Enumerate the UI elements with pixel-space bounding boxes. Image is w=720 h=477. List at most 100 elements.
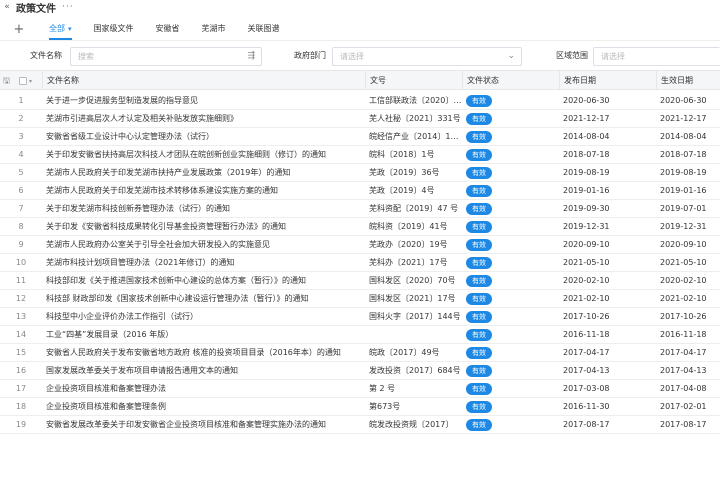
add-icon[interactable]: + — [0, 22, 38, 37]
col-header-status[interactable]: 文件状态 — [462, 71, 559, 89]
file-name-link[interactable]: 国家发展改革委关于发布项目申请报告通用文本的通知 — [42, 362, 365, 379]
col-header-doc-no[interactable]: 文号 — [365, 71, 462, 89]
status-badge: 有效 — [466, 274, 492, 287]
row-index: 3 — [18, 132, 24, 141]
file-name-link[interactable]: 科技部 财政部印发《国家技术创新中心建设运行管理办法（暂行）》的通知 — [42, 290, 365, 307]
effective-date: 2018-07-18 — [660, 150, 707, 159]
file-name-link[interactable]: 工业“四基”发展目录（2016 年版） — [42, 326, 365, 343]
file-name-link[interactable]: 芜湖市人民政府关于印发芜湖市技术转移体系建设实施方案的通知 — [42, 182, 365, 199]
doc-number: 第 2 号 — [369, 384, 396, 393]
effective-date: 2020-06-30 — [660, 96, 707, 105]
chevron-down-icon: ⌄ — [507, 51, 515, 61]
save-icon[interactable]: 🖫 — [0, 71, 16, 89]
col-header-name[interactable]: 文件名称 — [42, 71, 365, 89]
table-row[interactable]: 13 科技型中小企业评价办法工作指引（试行） 国科火字〔2017〕144号 2017-… — [0, 308, 720, 326]
chevron-down-icon: ▾ — [68, 25, 72, 33]
status-cell: 有效 — [462, 200, 559, 217]
publish-date: 2021-05-10 — [563, 258, 610, 267]
status-cell: 有效 — [462, 236, 559, 253]
region-select[interactable]: 请选择 — [593, 47, 720, 66]
col-header-effective-date[interactable]: 生效日期 — [656, 71, 720, 89]
title-bar: « 政策文件 ··· — [0, 0, 720, 15]
table-row[interactable]: 16 国家发展改革委关于发布项目申请报告通用文本的通知 发改投资〔2017〕684号… — [0, 362, 720, 380]
file-name-search-input[interactable]: 搜索 ⇶ — [70, 47, 262, 66]
file-name-link[interactable]: 安徽省人民政府关于发布安徽省地方政府 核准的投资项目目录（2016年本）的通知 — [42, 344, 365, 361]
table-row[interactable]: 18 企业投资项目核准和备案管理条例 第673号 2016-11-30 2017-02-… — [0, 398, 720, 416]
file-name-link[interactable]: 芜湖市科技计划项目管理办法（2021年修订）的通知 — [42, 254, 365, 271]
tab-national[interactable]: 国家级文件 — [83, 18, 145, 40]
row-index: 10 — [15, 258, 27, 267]
doc-number: 芜人社秘〔2021〕331号 — [369, 114, 461, 123]
table-row[interactable]: 5 芜湖市人民政府关于印发芜湖市扶持产业发展政策（2019年）的通知 芜政〔2019… — [0, 164, 720, 182]
file-name-link[interactable]: 安徽省省级工业设计中心认定管理办法（试行） — [42, 128, 365, 145]
publish-date: 2021-12-17 — [563, 114, 610, 123]
table-row[interactable]: 1 关于进一步促进服务型制造发展的指导意见工信部联政法〔2020〕101号 2020… — [0, 92, 720, 110]
table-row[interactable]: 9 芜湖市人民政府办公室关于引导全社会加大研发投入的实施意见 芜政办〔2020〕19… — [0, 236, 720, 254]
table-row[interactable]: 11 科技部印发《关于推进国家技术创新中心建设的总体方案（暂行）》的通知 国科发区〔… — [0, 272, 720, 290]
doc-number: 皖政〔2017〕49号 — [369, 348, 440, 357]
table-row[interactable]: 14 工业“四基”发展目录（2016 年版） 2016-11-18 2016-11-1… — [0, 326, 720, 344]
tab-relation-graph[interactable]: 关联图谱 — [237, 18, 291, 40]
status-badge: 有效 — [466, 292, 492, 305]
table-row[interactable]: 8 关于印发《安徽省科技成果转化引导基金投资管理暂行办法》的通知 皖科资〔2019〕… — [0, 218, 720, 236]
doc-number: 工信部联政法〔2020〕101号 — [369, 96, 462, 105]
doc-number: 国科火字〔2017〕144号 — [369, 312, 461, 321]
file-name-link[interactable]: 芜湖市引进高层次人才认定及相关补贴发放实施细则》 — [42, 110, 365, 127]
checkbox-icon — [19, 76, 27, 85]
table-row[interactable]: 19 安徽省发展改革委关于印发安徽省企业投资项目核准和备案管理实施办法的通知 皖发改… — [0, 416, 720, 434]
status-cell: 有效 — [462, 92, 559, 109]
table-row[interactable]: 12 科技部 财政部印发《国家技术创新中心建设运行管理办法（暂行）》的通知 国科发区… — [0, 290, 720, 308]
status-badge: 有效 — [466, 346, 492, 359]
page-title: 政策文件 — [16, 3, 56, 15]
file-name-link[interactable]: 芜湖市人民政府关于印发芜湖市扶持产业发展政策（2019年）的通知 — [42, 164, 365, 181]
row-index: 15 — [15, 348, 27, 357]
table-row[interactable]: 4 关于印发安徽省扶持高层次科技人才团队在皖创新创业实施细则（修订）的通知 皖科〔2… — [0, 146, 720, 164]
file-name-link[interactable]: 关于印发安徽省扶持高层次科技人才团队在皖创新创业实施细则（修订）的通知 — [42, 146, 365, 163]
double-chevron-left-icon[interactable]: « — [0, 2, 14, 12]
table-row[interactable]: 2 芜湖市引进高层次人才认定及相关补贴发放实施细则》 芜人社秘〔2021〕331号 2… — [0, 110, 720, 128]
effective-date: 2019-12-31 — [660, 222, 707, 231]
status-badge: 有效 — [466, 256, 492, 269]
table-row[interactable]: 15 安徽省人民政府关于发布安徽省地方政府 核准的投资项目目录（2016年本）的通… — [0, 344, 720, 362]
ellipsis-icon[interactable]: ··· — [62, 2, 74, 12]
status-cell: 有效 — [462, 344, 559, 361]
file-name-link[interactable]: 科技型中小企业评价办法工作指引（试行） — [42, 308, 365, 325]
file-name-link[interactable]: 科技部印发《关于推进国家技术创新中心建设的总体方案（暂行）》的通知 — [42, 272, 365, 289]
table-row[interactable]: 10 芜湖市科技计划项目管理办法（2021年修订）的通知 芜科办〔2021〕17号 2… — [0, 254, 720, 272]
file-name-link[interactable]: 关于印发《安徽省科技成果转化引导基金投资管理暂行办法》的通知 — [42, 218, 365, 235]
tab-all[interactable]: 全部 ▾ — [38, 18, 83, 40]
doc-number: 芜政办〔2020〕19号 — [369, 240, 448, 249]
file-name-link[interactable]: 安徽省发展改革委关于印发安徽省企业投资项目核准和备案管理实施办法的通知 — [42, 416, 365, 433]
effective-date: 2021-02-10 — [660, 294, 707, 303]
status-badge: 有效 — [466, 130, 492, 143]
region-placeholder: 请选择 — [601, 52, 625, 61]
effective-date: 2017-04-08 — [660, 384, 707, 393]
table-row[interactable]: 3 安徽省省级工业设计中心认定管理办法（试行） 皖经信产业〔2014〕16号 2014… — [0, 128, 720, 146]
region-label: 区域范围 — [556, 51, 588, 60]
row-index: 4 — [18, 150, 24, 159]
doc-number: 国科发区〔2021〕17号 — [369, 294, 456, 303]
table-row[interactable]: 6 芜湖市人民政府关于印发芜湖市技术转移体系建设实施方案的通知 芜政〔2019〕4号… — [0, 182, 720, 200]
doc-number: 发改投资〔2017〕684号 — [369, 366, 461, 375]
status-badge: 有效 — [466, 184, 492, 197]
dept-select[interactable]: 请选择 ⌄ — [332, 47, 522, 66]
file-name-link[interactable]: 芜湖市人民政府办公室关于引导全社会加大研发投入的实施意见 — [42, 236, 365, 253]
row-index: 16 — [15, 366, 27, 375]
file-name-link[interactable]: 关于进一步促进服务型制造发展的指导意见 — [42, 92, 365, 109]
col-header-publish-date[interactable]: 发布日期 — [559, 71, 656, 89]
row-index: 6 — [18, 186, 24, 195]
table-row[interactable]: 17 企业投资项目核准和备案管理办法第 2 号 2017-03-08 2017-04-… — [0, 380, 720, 398]
file-name-link[interactable]: 企业投资项目核准和备案管理办法 — [42, 380, 365, 397]
publish-date: 2020-09-10 — [563, 240, 610, 249]
tab-wuhu[interactable]: 芜湖市 — [191, 18, 237, 40]
status-cell: 有效 — [462, 254, 559, 271]
publish-date: 2019-08-19 — [563, 168, 610, 177]
file-name-link[interactable]: 关于印发芜湖市科技创新券管理办法（试行）的通知 — [42, 200, 365, 217]
filter-search-icon[interactable]: ⇶ — [247, 48, 255, 65]
publish-date: 2014-08-04 — [563, 132, 610, 141]
select-all-checkbox[interactable]: ▾ — [16, 71, 42, 89]
effective-date: 2021-05-10 — [660, 258, 707, 267]
table-row[interactable]: 7 关于印发芜湖市科技创新券管理办法（试行）的通知 芜科资配〔2019〕47 号 20… — [0, 200, 720, 218]
tab-anhui[interactable]: 安徽省 — [145, 18, 191, 40]
file-name-link[interactable]: 企业投资项目核准和备案管理条例 — [42, 398, 365, 415]
